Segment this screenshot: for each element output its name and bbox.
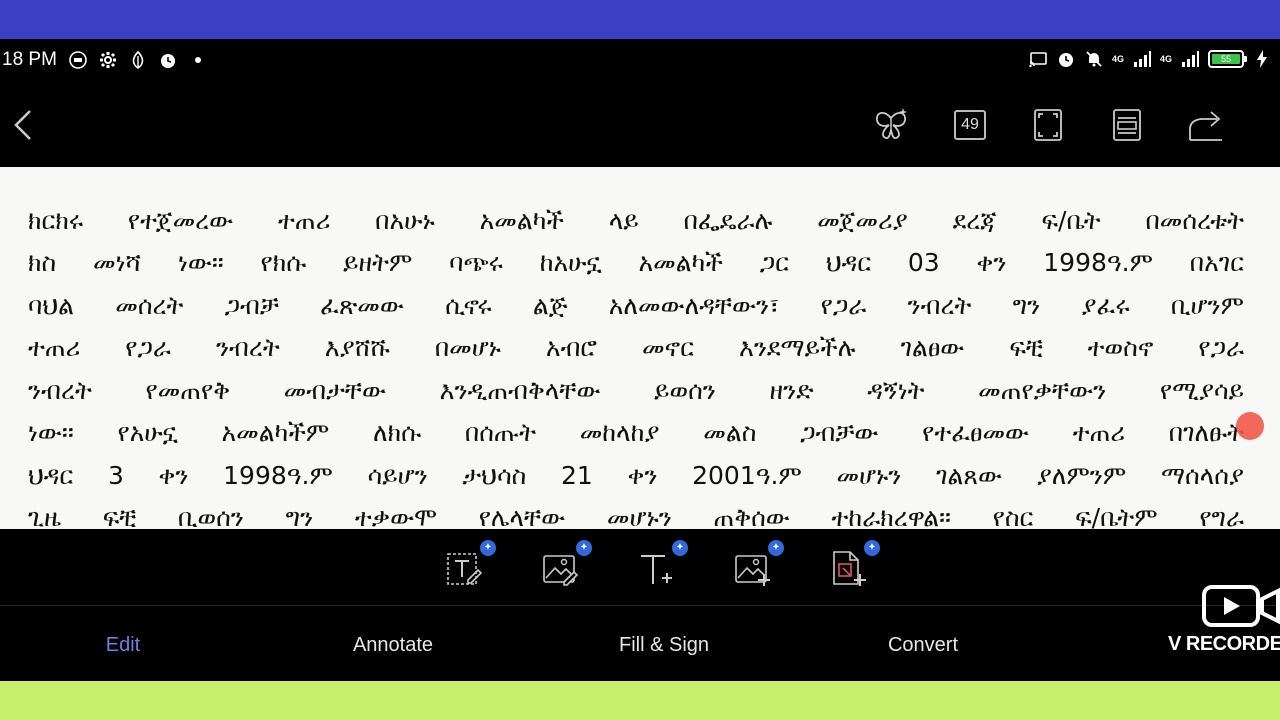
status-bar: 18 PM 4G 4G 55 <box>0 39 1280 81</box>
alarm-icon <box>158 50 178 70</box>
reading-mode-button[interactable] <box>1107 105 1147 145</box>
document-line: ባህል መሰረት ጋብቻ ፈጽመው ሲኖሩ ልጅ አለመውለዳቸውን፣ የጋራ … <box>28 290 1244 320</box>
document-line <box>28 167 1244 200</box>
edit-image-icon <box>543 555 579 586</box>
cast-icon <box>1028 49 1048 69</box>
premium-badge-icon: ✦ <box>480 540 496 556</box>
status-right-icons: 4G 4G 55 <box>1028 49 1272 69</box>
share-arrow-icon <box>1189 111 1222 141</box>
ai-butterfly-button[interactable] <box>871 105 911 145</box>
top-frame-band <box>0 0 1280 39</box>
bottom-frame-band <box>0 681 1280 720</box>
fullscreen-icon <box>1034 109 1062 141</box>
fullscreen-button[interactable] <box>1028 105 1068 145</box>
battery-level: 55 <box>1212 54 1241 64</box>
scroll-handle[interactable] <box>1236 412 1264 440</box>
edit-image-tool[interactable]: ✦ <box>542 540 592 590</box>
page-count-button[interactable]: 49 <box>950 105 990 145</box>
leaf-icon <box>128 50 148 70</box>
document-line: ጊዜ ፍቺ ቢወሰን ግን ተቃውሞ የሌላቸው መሆኑን ጠቅሰው ተከራክረ… <box>28 503 1244 529</box>
butterfly-sparkle-icon <box>876 108 907 140</box>
share-button[interactable] <box>1186 105 1226 145</box>
signal-icon <box>1180 49 1200 69</box>
document-line: ነው፡፡ የአሁኗ አመልካችም ለክሱ በሰጡት መከላከያ መልስ ጋብቻው… <box>28 418 1244 447</box>
alarm-icon <box>1056 49 1076 69</box>
app-toolbar: 49 <box>0 81 1280 167</box>
back-button[interactable] <box>8 105 40 145</box>
edit-page-tool[interactable]: ✦ <box>830 540 880 590</box>
premium-badge-icon: ✦ <box>864 540 880 556</box>
charging-bolt-icon <box>1252 49 1272 69</box>
mute-bell-icon <box>1084 49 1104 69</box>
recorder-label: V RECORDE <box>1168 633 1280 655</box>
document-line: ክስ መነሻ ነው፡፡ የክሱ ይዘትም ባጭሩ ከአሁኗ አመልካች ጋር ህ… <box>28 248 1244 277</box>
premium-badge-icon: ✦ <box>768 540 784 556</box>
tab-annotate[interactable]: Annotate <box>353 634 433 657</box>
page-count: 49 <box>954 110 986 140</box>
message-icon <box>68 50 88 70</box>
battery-icon: 55 <box>1208 50 1248 68</box>
edit-tools-bar: ✦ ✦ ✦ ✦ ✦ <box>0 529 1280 606</box>
network-label-1: 4G <box>1112 54 1125 64</box>
document-page[interactable]: ክርክሩ የተጀመረው ተጠሪ በአሁኑ አመልካች ላይ በፌዴራሉ መጀመሪ… <box>0 167 1280 529</box>
document-line: ተጠሪ የጋራ ንብረት እያሸሹ በመሆኑ አብሮ መኖር እንደማይችሉ ገ… <box>28 333 1244 362</box>
edit-text-icon <box>447 553 483 585</box>
signal-icon <box>1132 49 1152 69</box>
status-time: 18 PM <box>2 49 57 70</box>
status-left-icons <box>68 50 208 70</box>
add-image-tool[interactable]: ✦ <box>734 540 784 590</box>
add-text-tool[interactable]: ✦ <box>638 540 688 590</box>
document-layout-icon <box>1113 109 1141 141</box>
tab-edit[interactable]: Edit <box>106 634 140 657</box>
dot-icon <box>188 50 208 70</box>
tab-convert[interactable]: Convert <box>888 634 958 657</box>
document-line: ንብረት የመጠየቅ መብታቸው እንዲጠብቅላቸው ይወሰን ዘንድ ዳኝነት… <box>28 375 1244 405</box>
document-line: ህዳር 3 ቀን 1998ዓ.ም ሳይሆን ታህሳስ 21 ቀን 2001ዓ.ም… <box>28 460 1244 490</box>
video-camera-icon <box>1202 585 1280 627</box>
tab-fill-sign[interactable]: Fill & Sign <box>619 634 709 657</box>
add-image-icon <box>735 555 770 586</box>
document-text: ክርክሩ የተጀመረው ተጠሪ በአሁኑ አመልካች ላይ በፌዴራሉ መጀመሪ… <box>28 167 1244 530</box>
premium-badge-icon: ✦ <box>672 540 688 556</box>
network-label-2: 4G <box>1160 54 1173 64</box>
recorder-watermark: V RECORDE <box>1168 583 1280 663</box>
page-edit-icon <box>833 551 866 586</box>
premium-badge-icon: ✦ <box>576 540 592 556</box>
document-line: ክርክሩ የተጀመረው ተጠሪ በአሁኑ አመልካች ላይ በፌዴራሉ መጀመሪ… <box>28 205 1244 235</box>
edit-text-tool[interactable]: ✦ <box>446 540 496 590</box>
chevron-left-icon <box>14 110 31 140</box>
gear-icon <box>98 50 118 70</box>
bottom-tab-bar: Edit Annotate Fill & Sign Convert <box>0 607 1280 681</box>
add-text-icon <box>641 555 672 584</box>
